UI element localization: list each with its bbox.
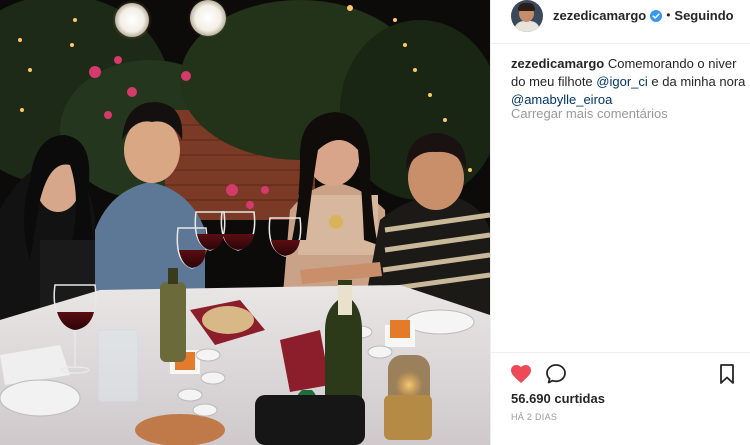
likes-count[interactable]: 56.690 curtidas <box>511 391 605 406</box>
caption-mention-amabylle[interactable]: @amabylle_eiroa <box>511 92 612 107</box>
caption-username[interactable]: zezedicamargo <box>511 56 604 71</box>
comment-bubble-icon <box>546 364 566 384</box>
action-bar <box>509 362 741 388</box>
post-caption: zezedicamargo Comemorando o niver do meu… <box>511 55 747 109</box>
post-photo[interactable] <box>0 0 490 445</box>
post-timestamp[interactable]: HÁ 2 DIAS <box>511 412 557 422</box>
header-separator: • <box>666 8 671 22</box>
post-side-panel: zezedicamargo • Seguindo zezedicamargo C… <box>490 0 750 445</box>
dinner-photo-illustration <box>0 0 490 445</box>
header-divider <box>491 43 750 44</box>
following-button[interactable]: Seguindo <box>674 8 733 23</box>
bookmark-icon <box>720 364 734 384</box>
heart-filled-icon <box>511 365 531 383</box>
like-button[interactable] <box>509 362 533 386</box>
avatar[interactable] <box>511 0 543 32</box>
verified-badge-icon <box>650 9 663 22</box>
load-more-comments-link[interactable]: Carregar mais comentários <box>511 106 668 121</box>
caption-mention-igor[interactable]: @igor_ci <box>596 74 648 89</box>
comment-button[interactable] <box>544 362 568 386</box>
header-username[interactable]: zezedicamargo <box>553 8 646 23</box>
save-button[interactable] <box>715 362 739 386</box>
caption-text-2: e da minha nora <box>651 74 746 89</box>
post-header: zezedicamargo • Seguindo <box>491 0 750 32</box>
actions-divider <box>491 352 750 353</box>
